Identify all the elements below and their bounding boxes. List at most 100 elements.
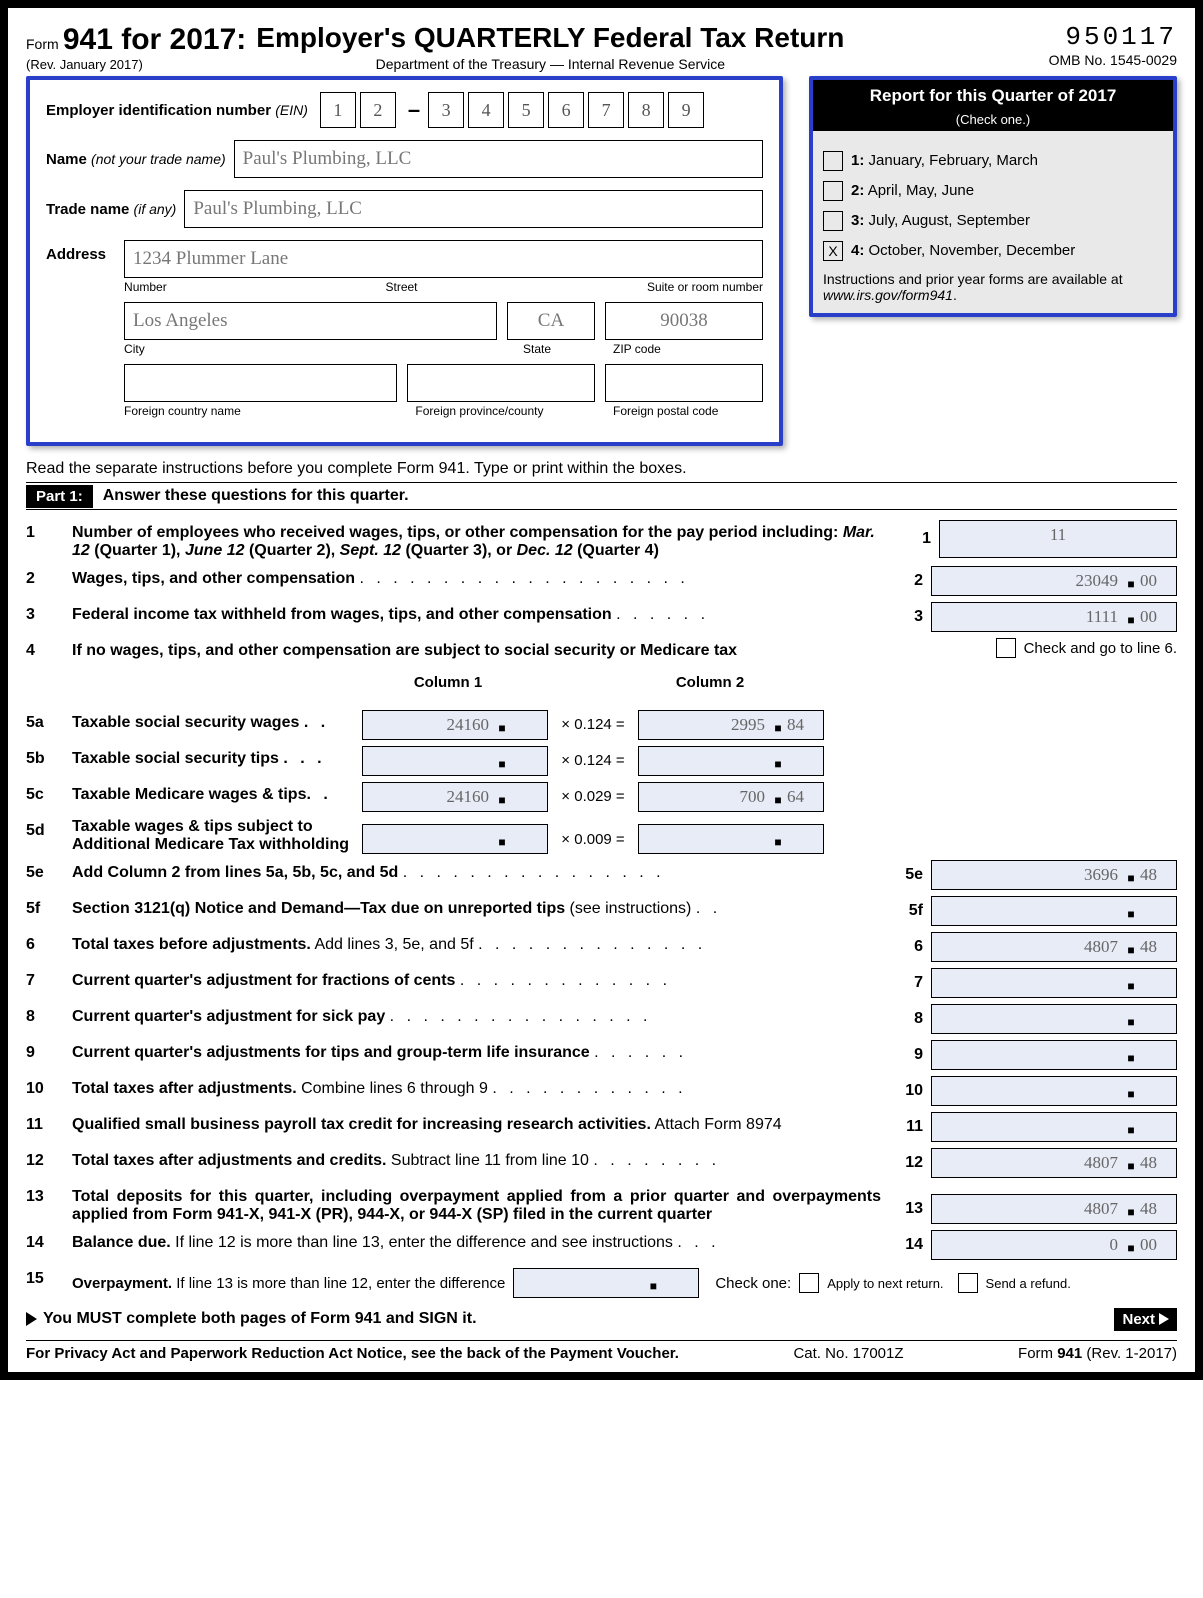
footer-right: Form 941 (Rev. 1-2017) — [1018, 1345, 1177, 1362]
form-title: Employer's QUARTERLY Federal Tax Return — [256, 22, 844, 54]
line-5c: 5c Taxable Medicare wages & tips. . 2416… — [26, 782, 1177, 812]
checkbox-icon[interactable] — [823, 181, 843, 201]
line5c-col1[interactable]: 24160■ — [362, 782, 548, 812]
ein-digit-9[interactable]: 9 — [668, 92, 704, 128]
form-word: Form — [26, 36, 59, 58]
form-header: Form 941 for 2017: (Rev. January 2017) E… — [26, 22, 1177, 72]
next-button[interactable]: Next — [1114, 1308, 1177, 1331]
line-8: 8 Current quarter's adjustment for sick … — [26, 1004, 1177, 1034]
line12-amount[interactable]: 4807■48 — [931, 1148, 1177, 1178]
line-10: 10 Total taxes after adjustments. Combin… — [26, 1076, 1177, 1106]
ein-digit-4[interactable]: 4 — [468, 92, 504, 128]
ein-digit-1[interactable]: 1 — [320, 92, 356, 128]
name-input[interactable]: Paul's Plumbing, LLC — [234, 140, 763, 178]
line-11: 11 Qualified small business payroll tax … — [26, 1112, 1177, 1142]
line-5e: 5e Add Column 2 from lines 5a, 5b, 5c, a… — [26, 860, 1177, 890]
quarter-option-4[interactable]: X4: October, November, December — [823, 241, 1163, 261]
checkbox-icon[interactable] — [823, 211, 843, 231]
page-footer: For Privacy Act and Paperwork Reduction … — [26, 1340, 1177, 1362]
line5d-col1[interactable]: ■ — [362, 824, 548, 854]
quarter-option-1[interactable]: 1: January, February, March — [823, 151, 1163, 171]
checkbox-icon[interactable] — [823, 151, 843, 171]
column2-header: Column 2 — [624, 674, 796, 691]
ein-digit-6[interactable]: 6 — [548, 92, 584, 128]
line4-checkbox[interactable] — [996, 638, 1016, 658]
form-code: 950117 — [1049, 22, 1177, 52]
line-15: 15 Overpayment. If line 13 is more than … — [26, 1266, 1177, 1298]
line-13: 13 Total deposits for this quarter, incl… — [26, 1184, 1177, 1224]
street-num-label: Number — [124, 280, 375, 294]
state-label: State — [523, 342, 603, 356]
line5a-col1[interactable]: 24160■ — [362, 710, 548, 740]
zip-label: ZIP code — [613, 342, 763, 356]
line1-value[interactable]: 11 — [939, 520, 1177, 558]
ein-digit-5[interactable]: 5 — [508, 92, 544, 128]
line-1: 1 Number of employees who received wages… — [26, 520, 1177, 560]
fc-label: Foreign country name — [124, 404, 405, 418]
line11-amount[interactable]: ■ — [931, 1112, 1177, 1142]
must-complete-note: You MUST complete both pages of Form 941… — [26, 1310, 477, 1328]
quarter-option-3[interactable]: 3: July, August, September — [823, 211, 1163, 231]
foreign-province-input[interactable] — [407, 364, 595, 402]
line15-amount[interactable]: ■ — [513, 1268, 699, 1298]
form-dept: Department of the Treasury — Internal Re… — [256, 56, 844, 72]
zip-input[interactable]: 90038 — [605, 302, 763, 340]
omb-number: OMB No. 1545-0029 — [1049, 52, 1177, 68]
line-3: 3 Federal income tax withheld from wages… — [26, 602, 1177, 632]
trade-sublabel: (if any) — [134, 201, 177, 217]
line5b-col2[interactable]: ■ — [638, 746, 824, 776]
apply-next-checkbox[interactable] — [799, 1273, 819, 1293]
arrow-right-icon — [1159, 1313, 1169, 1325]
fz-label: Foreign postal code — [613, 404, 763, 418]
city-label: City — [124, 342, 513, 356]
line5a-col2[interactable]: 2995■84 — [638, 710, 824, 740]
line-14: 14 Balance due. If line 12 is more than … — [26, 1230, 1177, 1260]
line-2: 2 Wages, tips, and other compensation . … — [26, 566, 1177, 596]
form-number: 941 for 2017: — [63, 23, 246, 56]
line14-amount[interactable]: 0■00 — [931, 1230, 1177, 1260]
suite-label: Suite or room number — [647, 280, 763, 294]
line-5f: 5f Section 3121(q) Notice and Demand—Tax… — [26, 896, 1177, 926]
line-9: 9 Current quarter's adjustments for tips… — [26, 1040, 1177, 1070]
line5b-col1[interactable]: ■ — [362, 746, 548, 776]
line7-amount[interactable]: ■ — [931, 968, 1177, 998]
address-label: Address — [46, 240, 106, 263]
line-5b: 5b Taxable social security tips . . . ■ … — [26, 746, 1177, 776]
quarter-option-2[interactable]: 2: April, May, June — [823, 181, 1163, 201]
state-input[interactable]: CA — [507, 302, 595, 340]
ein-abbr: (EIN) — [275, 102, 308, 118]
foreign-postal-input[interactable] — [605, 364, 763, 402]
street-input[interactable]: 1234 Plummer Lane — [124, 240, 763, 278]
checkbox-icon[interactable]: X — [823, 241, 843, 261]
line13-amount[interactable]: 4807■48 — [931, 1194, 1177, 1224]
send-refund-checkbox[interactable] — [958, 1273, 978, 1293]
street-st-label: Street — [385, 280, 636, 294]
part1-title: Answer these questions for this quarter. — [103, 487, 409, 505]
line8-amount[interactable]: ■ — [931, 1004, 1177, 1034]
ein-digit-2[interactable]: 2 — [360, 92, 396, 128]
line9-amount[interactable]: ■ — [931, 1040, 1177, 1070]
part1-tag: Part 1: — [26, 485, 93, 508]
triangle-icon — [26, 1312, 37, 1326]
line5f-amount[interactable]: ■ — [931, 896, 1177, 926]
city-input[interactable]: Los Angeles — [124, 302, 497, 340]
line5d-col2[interactable]: ■ — [638, 824, 824, 854]
quarter-title: Report for this Quarter of 2017 — [813, 80, 1173, 112]
line6-amount[interactable]: 4807■48 — [931, 932, 1177, 962]
line2-amount[interactable]: 23049■00 — [931, 566, 1177, 596]
line3-amount[interactable]: 1111■00 — [931, 602, 1177, 632]
ein-label: Employer identification number — [46, 102, 271, 119]
trade-input[interactable]: Paul's Plumbing, LLC — [184, 190, 763, 228]
trade-label: Trade name — [46, 201, 129, 218]
foreign-country-input[interactable] — [124, 364, 397, 402]
line5c-col2[interactable]: 700■64 — [638, 782, 824, 812]
part1-bar: Part 1: Answer these questions for this … — [26, 482, 1177, 510]
ein-digit-8[interactable]: 8 — [628, 92, 664, 128]
column1-header: Column 1 — [362, 674, 534, 691]
line5e-amount[interactable]: 3696■48 — [931, 860, 1177, 890]
ein-digit-7[interactable]: 7 — [588, 92, 624, 128]
line-5d: 5d Taxable wages & tips subject toAdditi… — [26, 818, 1177, 854]
line-6: 6 Total taxes before adjustments. Add li… — [26, 932, 1177, 962]
ein-digit-3[interactable]: 3 — [428, 92, 464, 128]
line10-amount[interactable]: ■ — [931, 1076, 1177, 1106]
